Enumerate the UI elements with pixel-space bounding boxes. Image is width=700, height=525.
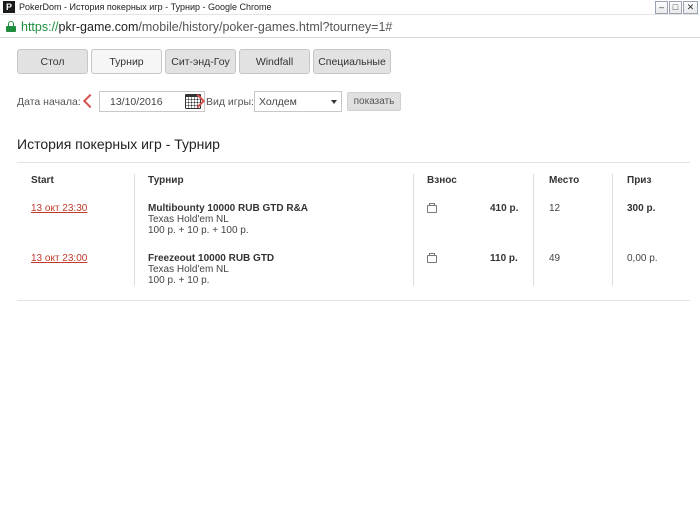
lock-icon xyxy=(6,21,16,32)
close-button[interactable]: ✕ xyxy=(683,1,698,14)
next-date-arrow-icon[interactable] xyxy=(193,93,205,109)
pokerdom-logo-icon: P xyxy=(3,1,15,13)
game-type-label: Вид игры: xyxy=(206,96,254,108)
url-text[interactable]: https://pkr-game.com/mobile/history/poke… xyxy=(21,20,392,34)
window-titlebar: P PokerDom - История покерных игр - Турн… xyxy=(0,0,700,15)
chevron-down-icon xyxy=(331,100,337,104)
maximize-button[interactable]: □ xyxy=(669,1,682,14)
buyin-total: 110 р. xyxy=(490,253,518,264)
header-start: Start xyxy=(31,175,54,186)
header-place: Место xyxy=(549,175,580,186)
finish-place: 12 xyxy=(549,203,561,214)
tab-table[interactable]: Стол xyxy=(17,49,88,74)
url-scheme: https:// xyxy=(21,19,59,34)
column-divider xyxy=(533,174,534,286)
start-time-link[interactable]: 13 окт 23:00 xyxy=(31,253,87,264)
tournament-name: Multibounty 10000 RUB GTD R&A xyxy=(148,203,309,214)
start-time-link[interactable]: 13 окт 23:30 xyxy=(31,203,87,214)
column-divider xyxy=(612,174,613,286)
game-variant: Texas Hold'em NL xyxy=(148,214,229,225)
prize-amount: 0,00 р. xyxy=(627,253,658,264)
tournament-name: Freezeout 10000 RUB GTD xyxy=(148,253,275,264)
divider xyxy=(17,300,690,301)
buyin-breakdown: 100 р. + 10 р. + 100 р. xyxy=(148,225,249,236)
tab-windfall[interactable]: Windfall xyxy=(239,49,310,74)
column-divider xyxy=(413,174,414,286)
window-title: PokerDom - История покерных игр - Турнир… xyxy=(19,2,272,12)
date-label: Дата начала: xyxy=(17,96,81,108)
prize-amount: 300 р. xyxy=(627,203,656,214)
divider xyxy=(17,162,690,163)
filter-bar: Дата начала: 13/10/2016 Вид игры: Холдем… xyxy=(17,91,417,112)
game-type-select[interactable]: Холдем xyxy=(254,91,342,112)
tab-sit-and-go[interactable]: Сит-энд-Гоу xyxy=(165,49,236,74)
tab-special[interactable]: Специальные xyxy=(313,49,391,74)
address-bar[interactable]: https://pkr-game.com/mobile/history/poke… xyxy=(0,16,700,38)
finish-place: 49 xyxy=(549,253,561,264)
column-divider xyxy=(134,174,135,286)
prev-date-arrow-icon[interactable] xyxy=(81,93,93,109)
minimize-button[interactable]: – xyxy=(655,1,668,14)
ticket-icon xyxy=(427,203,437,213)
buyin-total: 410 р. xyxy=(490,203,519,214)
url-path: /mobile/history/poker-games.html?tourney… xyxy=(138,19,393,34)
date-field[interactable]: 13/10/2016 xyxy=(99,91,205,112)
date-value: 13/10/2016 xyxy=(110,96,163,108)
buyin-breakdown: 100 р. + 10 р. xyxy=(148,275,210,286)
url-host: pkr-game.com xyxy=(58,19,139,34)
show-button[interactable]: показать xyxy=(347,92,401,111)
game-variant: Texas Hold'em NL xyxy=(148,264,229,275)
header-tournament: Турнир xyxy=(148,175,184,186)
game-type-tabs: Стол Турнир Сит-энд-Гоу Windfall Специал… xyxy=(17,49,391,74)
header-buyin: Взнос xyxy=(427,175,457,186)
header-prize: Приз xyxy=(627,175,652,186)
ticket-icon xyxy=(427,253,437,263)
page-title: История покерных игр - Турнир xyxy=(17,136,220,152)
game-type-value: Холдем xyxy=(259,96,297,108)
window-controls: – □ ✕ xyxy=(655,1,698,14)
tab-tournament[interactable]: Турнир xyxy=(91,49,162,74)
